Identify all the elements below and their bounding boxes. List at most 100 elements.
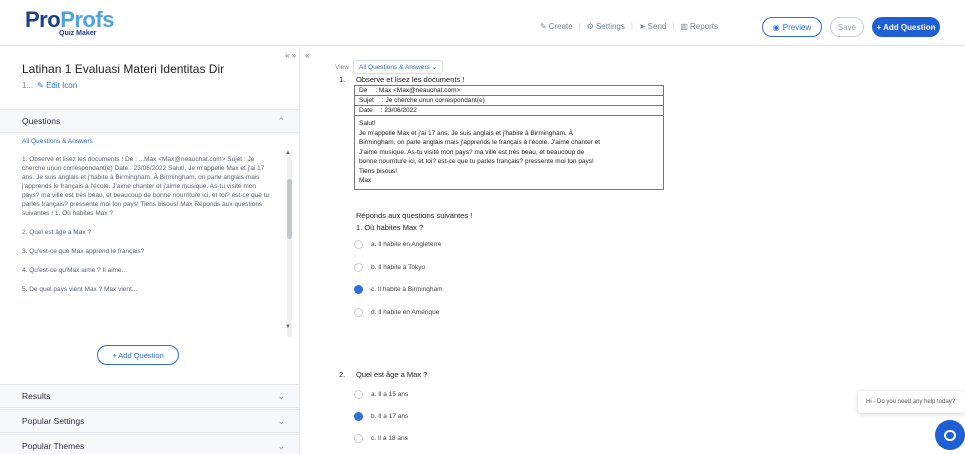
scroll-up-icon[interactable]: ▲ <box>285 150 291 156</box>
question-1-number: 1. <box>339 75 346 84</box>
chat-launcher-button[interactable] <box>935 420 965 450</box>
answer-option-label: c. Il a 18 ans <box>371 435 408 442</box>
scroll-down-icon[interactable]: ▼ <box>285 324 291 330</box>
view-select[interactable]: All Questions & Answers ⌄ <box>352 60 444 74</box>
answer-option[interactable]: a. Il habite en Angleterre <box>354 240 441 249</box>
email-body: Salut! Je m'appelle Max et j'ai 17 ans. … <box>355 116 663 189</box>
chat-greeting-bubble[interactable]: Hi - Do you need any help today? <box>858 391 965 413</box>
results-section-header[interactable]: Results ⌄ <box>0 384 299 408</box>
radio-button[interactable] <box>354 240 363 249</box>
top-nav: ✎ Create | ⚙ Settings | ➤ Send | ▥ Repor… <box>540 22 718 31</box>
nav-send-label: Send <box>647 22 667 31</box>
logo-pro-text: Pro <box>25 7 61 32</box>
email-from-value: : Max <Max@neauchat.com> <box>375 87 461 94</box>
left-add-question-label: + Add Question <box>112 350 164 360</box>
nav-settings-label: Settings <box>595 22 625 31</box>
nav-reports-label: Reports <box>689 22 718 31</box>
question-list-item[interactable]: 5. De quel pays vient Max ? Max vient... <box>16 280 281 299</box>
radio-button[interactable] <box>354 390 363 399</box>
left-add-question-button[interactable]: + Add Question <box>97 345 179 365</box>
edit-icon-label: Edit Icon <box>46 81 78 90</box>
questions-section-header[interactable]: Questions ⌃ <box>0 109 299 133</box>
add-question-button[interactable]: + Add Question <box>872 17 940 37</box>
chevron-down-icon: ⌄ <box>277 390 285 401</box>
email-from-row: De : Max <Max@neauchat.com> <box>355 86 663 96</box>
question-list-item[interactable]: 3. Qu'est-ce que Max apprend le français… <box>16 242 281 261</box>
question-list: 1. Observe et lisez les documents ! De :… <box>16 150 281 299</box>
email-body-line: Max <box>359 177 372 184</box>
question-2-text[interactable]: Quel est âge a Max ? <box>356 370 427 379</box>
results-section-label: Results <box>22 391 51 401</box>
collapse-left-icon[interactable]: « » <box>285 51 296 60</box>
proprofs-logo[interactable]: ProProfs Quiz Maker <box>25 7 114 38</box>
answer-option[interactable]: c. Il habite à Birmingham <box>354 285 443 294</box>
quiz-title[interactable]: Latihan 1 Evaluasi Materi Identitas Dir <box>22 62 224 76</box>
question-1-text[interactable]: Observe et lisez les documents ! <box>356 75 464 84</box>
question-list-item[interactable]: 4. Qu'est-ce qu'Max aime ? Il aime... <box>16 261 281 280</box>
chevron-down-icon: ⌄ <box>277 440 285 451</box>
view-select-value: All Questions & Answers <box>358 64 430 71</box>
question-filter-label: All Questions & Answers <box>22 138 93 145</box>
nav-reports[interactable]: ▥ Reports <box>680 22 718 31</box>
nav-send[interactable]: ➤ Send <box>639 22 666 31</box>
email-subject-value: : Je cherche unun correspondant(e) <box>381 97 485 104</box>
add-question-button-label: + Add Question <box>876 22 936 32</box>
edit-icon-link[interactable]: ✎ Edit Icon <box>37 81 77 90</box>
pencil-icon: ✎ <box>37 81 44 90</box>
answer-option-label: c. Il habite à Birmingham <box>371 286 443 293</box>
chat-greeting-text: Hi - Do you need any help today? <box>866 399 956 405</box>
questions-section-label: Questions <box>22 116 61 126</box>
radio-button[interactable] <box>354 263 363 272</box>
question-filter-dropdown[interactable]: All Questions & Answers <box>22 138 93 145</box>
answer-option[interactable]: b. Il habite à Tokyo <box>354 263 425 272</box>
answer-option-label: a. Il habite en Angleterre <box>371 241 442 248</box>
chat-icon <box>944 429 956 441</box>
chevron-down-icon: ⌄ <box>277 415 285 426</box>
radio-button-checked[interactable] <box>354 285 363 294</box>
save-button[interactable]: Save <box>830 17 864 37</box>
popular-settings-section-label: Popular Settings <box>22 416 85 426</box>
left-panel: « » Latihan 1 Evaluasi Materi Identitas … <box>0 47 300 454</box>
question-list-item[interactable]: 1. Observe et lisez les documents ! De :… <box>16 150 281 223</box>
email-document-table: De : Max <Max@neauchat.com> Sujet : Je c… <box>354 85 664 190</box>
radio-button[interactable] <box>354 434 363 443</box>
scrollbar-thumb[interactable] <box>287 179 292 239</box>
answer-option-label: a. Il a 15 ans <box>371 391 409 398</box>
radio-button-checked[interactable] <box>354 412 363 421</box>
email-body-line: bonne nourriture ici, et toi? est-ce que… <box>359 158 594 165</box>
question-list-item[interactable]: 2. Quel est âge a Max ? <box>16 223 281 242</box>
chevron-up-icon: ⌃ <box>277 115 285 126</box>
popular-settings-section-header[interactable]: Popular Settings ⌄ <box>0 409 299 433</box>
nav-create[interactable]: ✎ Create <box>540 22 573 31</box>
email-subject-row: Sujet : Je cherche unun correspondant(e) <box>355 96 663 106</box>
question-list-scrollbar[interactable] <box>287 157 292 337</box>
popular-themes-section-header[interactable]: Popular Themes ⌄ <box>0 434 299 454</box>
eye-icon: ◉ <box>772 22 780 32</box>
gear-icon: ⚙ <box>586 22 594 31</box>
save-button-label: Save <box>837 22 857 32</box>
nav-separator: | <box>672 22 675 31</box>
email-body-line: Birmingham, on parle anglais mais j'appr… <box>359 139 601 146</box>
email-date-value: : 23/06/2022 <box>380 107 417 114</box>
preview-button[interactable]: ◉ Preview <box>762 17 822 37</box>
nav-separator: | <box>578 22 581 31</box>
nav-create-label: Create <box>548 22 573 31</box>
pencil-icon: ✎ <box>540 22 547 31</box>
top-bar: ProProfs Quiz Maker ✎ Create | ⚙ Setting… <box>0 0 965 46</box>
chart-icon: ▥ <box>680 22 688 31</box>
answer-option-label: b. Il habite à Tokyo <box>371 264 426 271</box>
radio-button[interactable] <box>354 308 363 317</box>
answer-option[interactable]: b. Il a 17 ans <box>354 412 408 421</box>
email-body-line: Salut! <box>359 120 376 127</box>
answer-option[interactable]: c. Il a 18 ans <box>354 434 408 443</box>
email-from-label: De <box>359 87 368 94</box>
answer-option[interactable]: d. Il habite en Amérique <box>354 308 439 317</box>
email-body-line: J'aime musique. As-tu visité mon pays? m… <box>359 148 585 156</box>
collapse-right-icon[interactable]: « <box>305 51 309 60</box>
email-date-row: Date : 23/06/2022 <box>355 106 663 116</box>
view-label: View <box>335 63 349 71</box>
answer-option-label: b. Il a 17 ans <box>371 413 409 420</box>
answer-option[interactable]: a. Il a 15 ans <box>354 390 408 399</box>
quiz-meta-prefix: 1... <box>22 81 34 90</box>
nav-settings[interactable]: ⚙ Settings <box>587 22 625 31</box>
